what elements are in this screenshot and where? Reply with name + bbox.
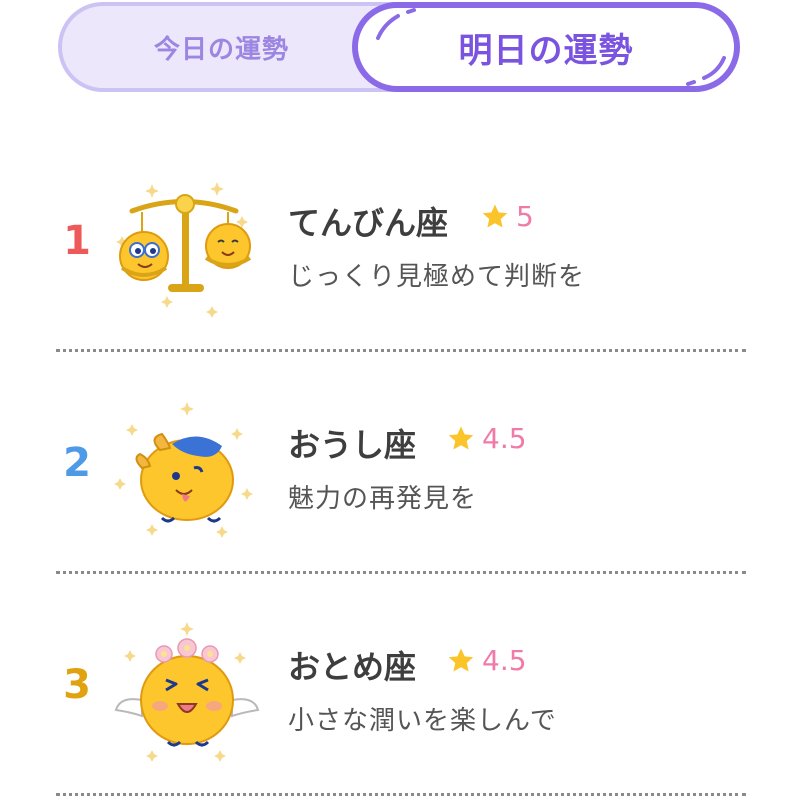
- star-icon: [448, 648, 474, 671]
- star-rating: 4.5: [446, 422, 527, 455]
- ranking-list: 1 てんびん座 5 じっくり見極めて判断を 2 おうし座 4.5 魅力の再発見を…: [0, 130, 798, 796]
- rank-number: 1: [63, 218, 91, 264]
- tab-today-label: 今日の運勢: [154, 34, 290, 65]
- star-rating: 5: [480, 200, 534, 233]
- ranking-row-1[interactable]: 1 てんびん座 5 じっくり見極めて判断を: [0, 130, 798, 352]
- taurus-bull-icon: [114, 402, 253, 538]
- tab-tomorrow[interactable]: 明日の運勢: [352, 2, 740, 92]
- star-rating: 4.5: [446, 644, 527, 677]
- fortune-ranking-page: 今日の運勢 明日の運勢 1 てんびん座 5 じっくり見極めて判断を 2 おうし座…: [0, 0, 798, 800]
- sign-name: おうし座: [288, 426, 417, 464]
- sign-name: おとめ座: [288, 648, 417, 686]
- virgo-angel-icon: [114, 622, 260, 762]
- rating-score: 5: [516, 200, 534, 233]
- ranking-row-2[interactable]: 2 おうし座 4.5 魅力の再発見を: [0, 352, 798, 574]
- fortune-message: じっくり見極めて判断を: [288, 262, 586, 292]
- tab-tomorrow-label: 明日の運勢: [458, 30, 634, 71]
- libra-scale-icon: [116, 182, 252, 318]
- fortune-message: 魅力の再発見を: [288, 484, 478, 514]
- fortune-day-tabs: 今日の運勢 明日の運勢: [58, 2, 740, 92]
- fortune-message: 小さな潤いを楽しんで: [288, 706, 557, 736]
- star-icon: [482, 204, 508, 227]
- star-icon: [448, 426, 474, 449]
- sign-name: てんびん座: [288, 204, 449, 242]
- rating-score: 4.5: [482, 644, 527, 677]
- row-divider: [56, 793, 746, 796]
- ranking-row-3[interactable]: 3 おとめ座 4.5 小さな潤いを楽しんで: [0, 574, 798, 796]
- rank-number: 3: [63, 662, 91, 708]
- rating-score: 4.5: [482, 422, 527, 455]
- rank-number: 2: [63, 440, 91, 486]
